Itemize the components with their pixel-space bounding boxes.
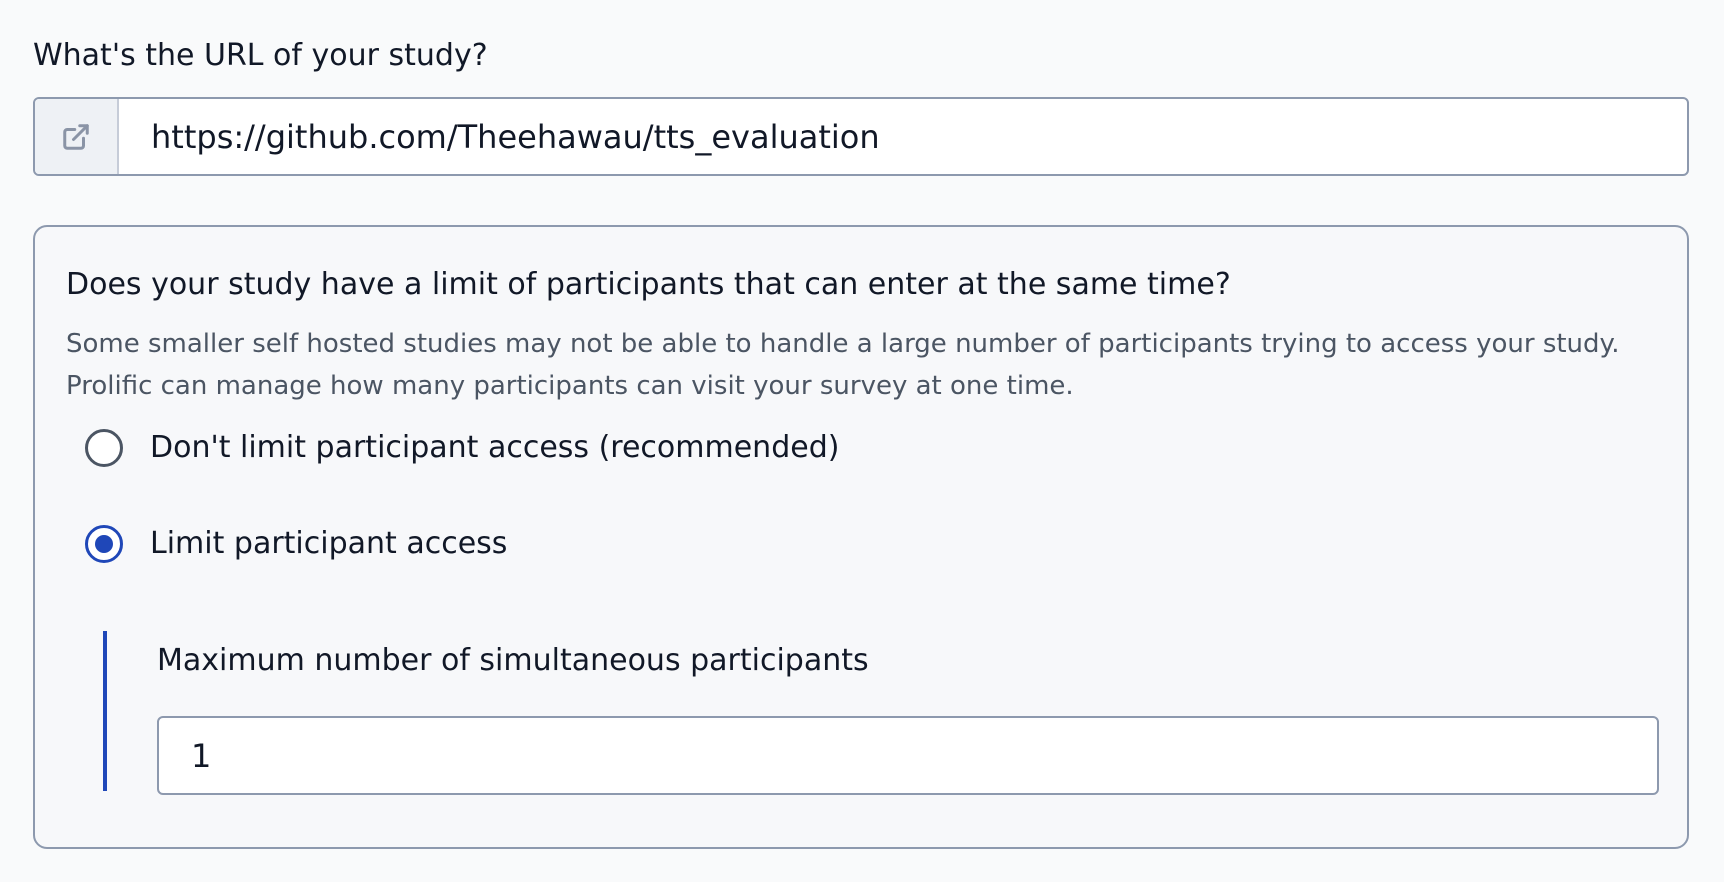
max-participants-label: Maximum number of simultaneous participa… [157,643,869,678]
radio-option-no-limit[interactable]: Don't limit participant access (recommen… [85,426,839,470]
radio-option-label: Limit participant access [150,526,508,561]
study-setup-page: What's the URL of your study? Does your … [0,0,1724,882]
participant-limit-panel: Does your study have a limit of particip… [33,225,1689,849]
study-url-field-group [33,97,1689,176]
study-url-input[interactable] [119,99,1687,174]
max-participants-input[interactable] [157,716,1659,795]
participant-limit-question: Does your study have a limit of particip… [66,267,1231,302]
external-link-icon[interactable] [35,99,119,174]
radio-button-unchecked[interactable] [85,429,123,467]
radio-option-limit-access[interactable]: Limit participant access [85,522,507,566]
radio-button-checked[interactable] [85,525,123,563]
radio-option-label: Don't limit participant access (recommen… [150,430,840,465]
study-url-label: What's the URL of your study? [33,38,488,73]
max-participants-section: Maximum number of simultaneous participa… [103,631,1667,795]
participant-limit-description: Some smaller self hosted studies may not… [66,329,1620,401]
